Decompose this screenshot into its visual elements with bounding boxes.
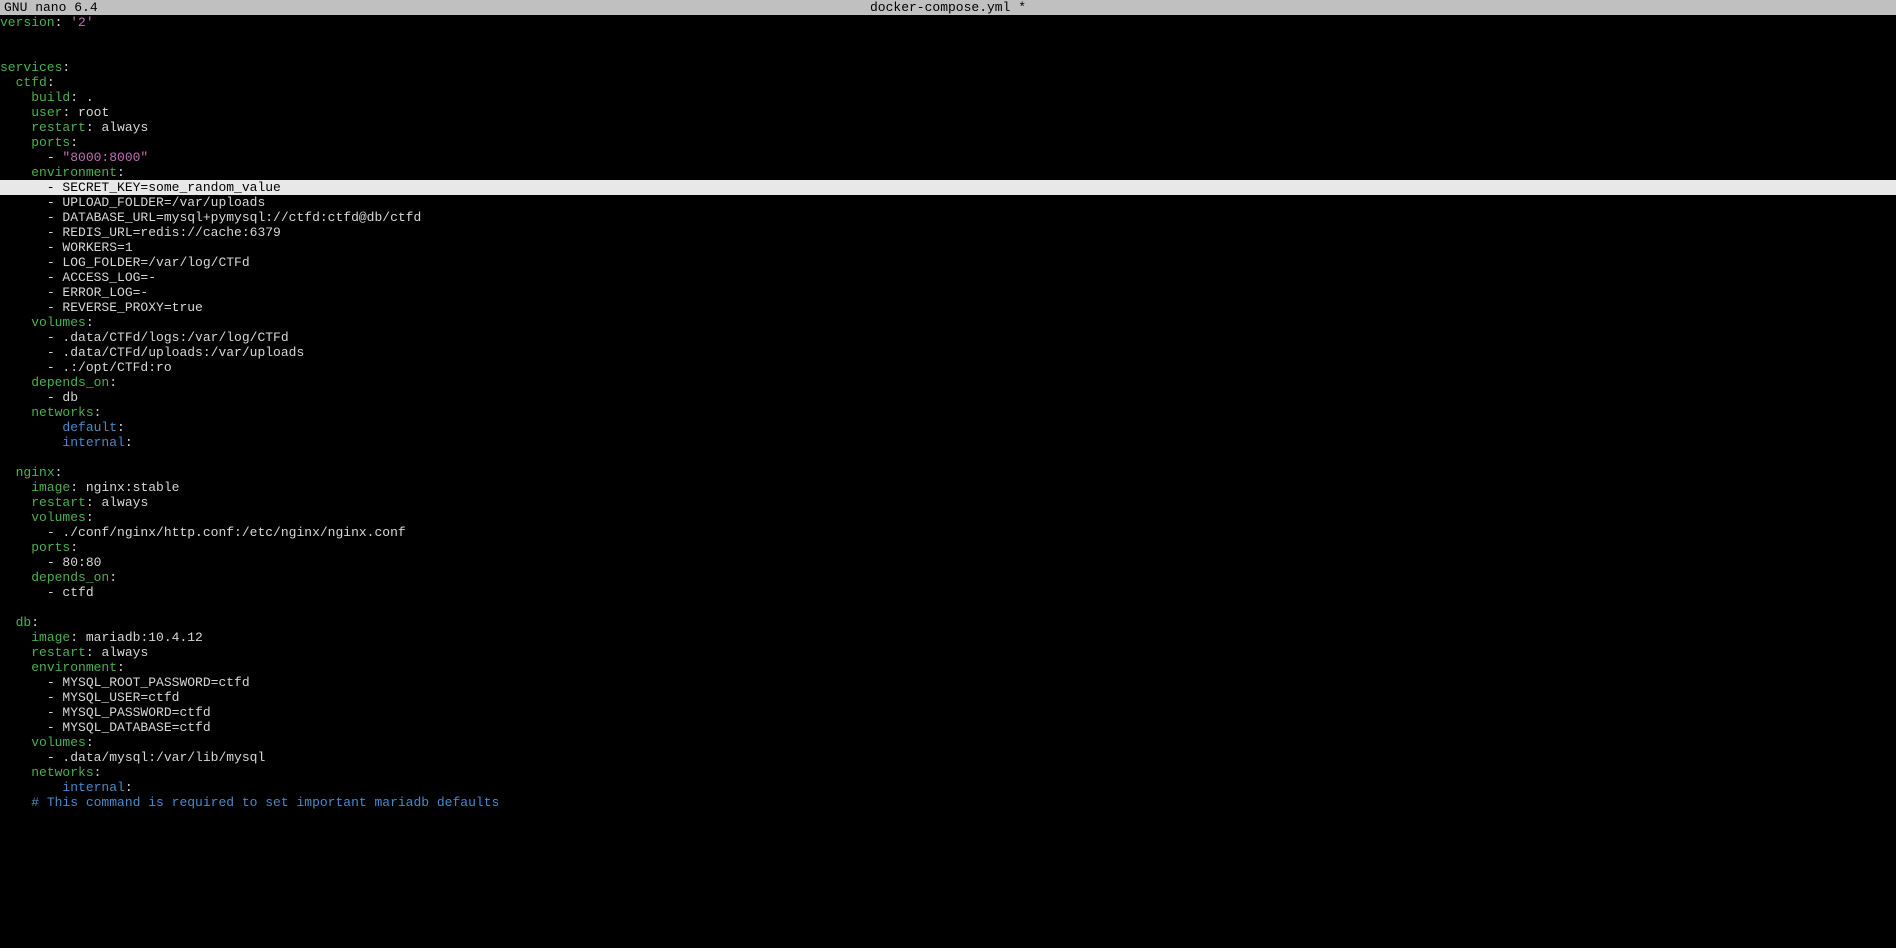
key-volumes: volumes	[31, 315, 86, 330]
vol-opt: .:/opt/CTFd:ro	[62, 360, 171, 375]
vol-uploads: .data/CTFd/uploads:/var/uploads	[62, 345, 304, 360]
key-restart2: restart	[31, 495, 86, 510]
key-image2: image	[31, 630, 70, 645]
comment-mariadb: # This command is required to set import…	[31, 795, 499, 810]
key-image: image	[31, 480, 70, 495]
key-networks: networks	[31, 405, 93, 420]
key-environment2: environment	[31, 660, 117, 675]
env-reverse-proxy: REVERSE_PROXY=true	[62, 300, 202, 315]
env-mysql-user: MYSQL_USER=ctfd	[62, 690, 179, 705]
env-access-log: ACCESS_LOG=-	[62, 270, 156, 285]
net-internal: internal	[62, 435, 124, 450]
cursor-line[interactable]: - SECRET_KEY=some_random_value	[0, 180, 1896, 195]
net-internal2: internal	[62, 780, 124, 795]
dep-ctfd: ctfd	[62, 585, 93, 600]
val-image-mariadb: mariadb:10.4.12	[86, 630, 203, 645]
env-mysql-password: MYSQL_PASSWORD=ctfd	[62, 705, 210, 720]
key-volumes3: volumes	[31, 735, 86, 750]
key-user: user	[31, 105, 62, 120]
key-depends: depends_on	[31, 375, 109, 390]
key-ports: ports	[31, 135, 70, 150]
key-volumes2: volumes	[31, 510, 86, 525]
env-upload-folder: UPLOAD_FOLDER=/var/uploads	[62, 195, 265, 210]
key-restart3: restart	[31, 645, 86, 660]
nano-filename: docker-compose.yml *	[0, 0, 1896, 15]
editor-content[interactable]: version: '2' services: ctfd: build: . us…	[0, 15, 1896, 810]
vol-logs: .data/CTFd/logs:/var/log/CTFd	[62, 330, 288, 345]
key-networks2: networks	[31, 765, 93, 780]
dep-db: db	[62, 390, 78, 405]
key-environment: environment	[31, 165, 117, 180]
key-services: services	[0, 60, 62, 75]
service-db: db	[16, 615, 32, 630]
key-ports2: ports	[31, 540, 70, 555]
service-nginx: nginx	[16, 465, 55, 480]
vol-mysql: .data/mysql:/var/lib/mysql	[62, 750, 265, 765]
env-workers: WORKERS=1	[62, 240, 132, 255]
cursor	[281, 180, 289, 195]
port-80: 80:80	[62, 555, 101, 570]
env-log-folder: LOG_FOLDER=/var/log/CTFd	[62, 255, 249, 270]
key-version: version	[0, 15, 55, 30]
env-secret-key: SECRET_KEY=some_random_value	[62, 180, 280, 195]
env-database-url: DATABASE_URL=mysql+pymysql://ctfd:ctfd@d…	[62, 210, 421, 225]
val-restart2: always	[101, 495, 148, 510]
key-build: build	[31, 90, 70, 105]
val-image-nginx: nginx:stable	[86, 480, 180, 495]
env-error-log: ERROR_LOG=-	[62, 285, 148, 300]
val-version: '2'	[70, 15, 93, 30]
val-restart3: always	[101, 645, 148, 660]
val-restart: always	[101, 120, 148, 135]
val-user: root	[78, 105, 109, 120]
env-redis-url: REDIS_URL=redis://cache:6379	[62, 225, 280, 240]
nano-titlebar: GNU nano 6.4 docker-compose.yml *	[0, 0, 1896, 15]
net-default: default	[62, 420, 117, 435]
val-build: .	[86, 90, 94, 105]
env-mysql-root: MYSQL_ROOT_PASSWORD=ctfd	[62, 675, 249, 690]
key-restart: restart	[31, 120, 86, 135]
vol-nginx-conf: ./conf/nginx/http.conf:/etc/nginx/nginx.…	[62, 525, 405, 540]
val-port: "8000:8000"	[62, 150, 148, 165]
service-ctfd: ctfd	[16, 75, 47, 90]
key-depends2: depends_on	[31, 570, 109, 585]
env-mysql-database: MYSQL_DATABASE=ctfd	[62, 720, 210, 735]
